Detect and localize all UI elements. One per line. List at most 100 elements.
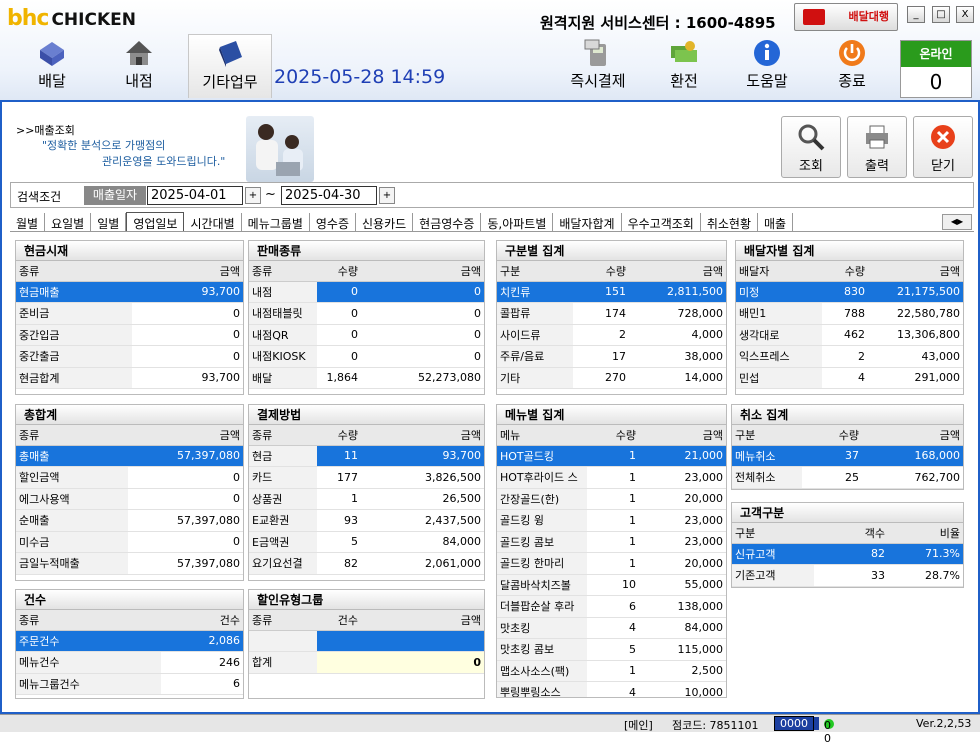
table-row[interactable]: 순매출 57,397,080 xyxy=(16,509,243,532)
table-row[interactable]: 현금매출 93,700 xyxy=(16,281,243,303)
table-row[interactable]: 미정 830 21,175,500 xyxy=(736,281,963,303)
table-row[interactable]: 배달 1,864 52,273,080 xyxy=(249,367,484,389)
tab-hourly[interactable]: 시간대별 xyxy=(184,213,242,231)
table-row[interactable]: 금일누적매출 57,397,080 xyxy=(16,552,243,575)
menu-panel: 메뉴별 집계 메뉴 수량 금액 HOT골드킹 1 21,000 HOT후라이드 스 1 23… xyxy=(496,404,727,698)
tab-weekday[interactable]: 요일별 xyxy=(45,213,92,231)
table-row[interactable]: 현금 11 93,700 xyxy=(249,445,484,467)
instant-pay-button[interactable]: 즉시결제 xyxy=(560,34,636,98)
help-button[interactable]: 도움말 xyxy=(729,34,805,98)
date-from-picker-button[interactable]: + xyxy=(245,187,261,204)
tab-apartment[interactable]: 동,아파트별 xyxy=(481,213,554,231)
table-row[interactable]: 주류/음료 17 38,000 xyxy=(497,345,726,368)
close-button[interactable]: 닫기 xyxy=(913,116,973,178)
window-close-button[interactable]: X xyxy=(956,6,974,23)
table-row[interactable]: 콜팝류 174 728,000 xyxy=(497,302,726,325)
customer-type-table: 구분 객수 비율 신규고객 82 71.3% 기존고객 33 28.7% xyxy=(732,523,963,587)
delivery-agent-button[interactable]: 배달대행 xyxy=(794,3,898,31)
discount-group-panel: 할인유형그룹 종류 건수 금액 합계 0 xyxy=(248,589,485,699)
tab-cancel-status[interactable]: 취소현황 xyxy=(701,213,758,231)
table-row[interactable]: 치킨류 151 2,811,500 xyxy=(497,281,726,303)
tab-receipt[interactable]: 영수증 xyxy=(310,213,356,231)
nav-dine-in-button[interactable]: 내점 xyxy=(101,34,177,98)
table-row[interactable]: 주문건수 2,086 xyxy=(16,630,243,652)
table-row[interactable]: 사이드류 2 4,000 xyxy=(497,324,726,346)
table-row[interactable]: 생각대로 462 13,306,800 xyxy=(736,324,963,346)
print-button[interactable]: 출력 xyxy=(847,116,907,178)
tab-scroll-buttons[interactable]: ◀▶ xyxy=(942,214,972,230)
tab-credit-card[interactable]: 신용카드 xyxy=(356,213,414,231)
table-row[interactable]: 신규고객 82 71.3% xyxy=(732,543,963,565)
online-count: 0 xyxy=(929,70,943,94)
table-row[interactable]: 맵소사소스(팩) 1 2,500 xyxy=(497,660,726,682)
tab-cash-receipt[interactable]: 현금영수증 xyxy=(413,213,482,231)
table-row[interactable]: HOT골드킹 1 21,000 xyxy=(497,445,726,467)
maximize-button[interactable]: □ xyxy=(932,6,950,23)
power-icon xyxy=(839,40,865,66)
table-row[interactable]: 맛초킹 콤보 5 115,000 xyxy=(497,638,726,661)
table-row[interactable]: 내점QR 0 0 xyxy=(249,324,484,346)
search-button[interactable]: 조회 xyxy=(781,116,841,178)
printer-icon xyxy=(866,125,888,149)
table-row[interactable]: 기타 270 14,000 xyxy=(497,367,726,389)
table-row[interactable]: 메뉴취소 37 168,000 xyxy=(732,445,963,467)
nav-other-tasks-button[interactable]: 기타업무 xyxy=(188,34,272,98)
table-row[interactable]: 익스프레스 2 43,000 xyxy=(736,345,963,368)
table-row[interactable]: 전체취소 25 762,700 xyxy=(732,466,963,489)
table-row[interactable]: 총매출 57,397,080 xyxy=(16,445,243,467)
table-row[interactable]: 골드킹 한마리 1 20,000 xyxy=(497,552,726,575)
table-row[interactable]: 내점 0 0 xyxy=(249,281,484,303)
table-row[interactable] xyxy=(249,630,484,652)
date-from-input[interactable]: 2025-04-01 xyxy=(147,186,243,205)
chevron-right-icon[interactable]: ▶ xyxy=(957,217,963,226)
table-row[interactable]: 간장골드(한) 1 20,000 xyxy=(497,488,726,510)
panel-title: 판매종류 xyxy=(249,241,484,261)
tab-vip-customer[interactable]: 우수고객조회 xyxy=(622,213,701,231)
table-row[interactable]: 중간출금 0 xyxy=(16,345,243,368)
table-row[interactable]: 민섭 4 291,000 xyxy=(736,367,963,389)
table-row[interactable]: 메뉴건수 246 xyxy=(16,651,243,674)
table-row[interactable]: 카드 177 3,826,500 xyxy=(249,466,484,489)
date-to-picker-button[interactable]: + xyxy=(379,187,395,204)
table-row[interactable]: 현금합계 93,700 xyxy=(16,367,243,389)
sum-row: 합계 0 xyxy=(249,651,484,674)
table-row[interactable]: 골드킹 콤보 1 23,000 xyxy=(497,531,726,553)
tab-monthly[interactable]: 월별 xyxy=(10,213,46,231)
table-row[interactable]: 맛초킹 4 84,000 xyxy=(497,617,726,639)
table-row[interactable]: E금액권 5 84,000 xyxy=(249,531,484,553)
table-row[interactable]: 미수금 0 xyxy=(16,531,243,553)
table-row[interactable]: 더블팝순살 후라 6 138,000 xyxy=(497,595,726,618)
tab-menu-group[interactable]: 메뉴그룹별 xyxy=(242,213,310,231)
table-row[interactable]: HOT후라이드 스 1 23,000 xyxy=(497,466,726,489)
table-row[interactable]: 준비금 0 xyxy=(16,302,243,325)
panel-title: 할인유형그룹 xyxy=(249,590,484,610)
table-row[interactable]: 내점태블릿 0 0 xyxy=(249,302,484,325)
table-row[interactable]: 에그사용액 0 xyxy=(16,488,243,510)
table-row[interactable]: 골드킹 윙 1 23,000 xyxy=(497,509,726,532)
table-row[interactable]: 메뉴그룹건수 6 xyxy=(16,673,243,695)
date-to-input[interactable]: 2025-04-30 xyxy=(281,186,377,205)
table-row[interactable]: 중간입금 0 xyxy=(16,324,243,346)
table-row[interactable]: 요기요선결 82 2,061,000 xyxy=(249,552,484,575)
table-row[interactable]: 할인금액 0 xyxy=(16,466,243,489)
nav-delivery-button[interactable]: 배달 xyxy=(14,34,90,98)
table-row[interactable]: 뿌링뿌링소스 4 10,000 xyxy=(497,681,726,697)
table-row[interactable]: E교환권 93 2,437,500 xyxy=(249,509,484,532)
minimize-button[interactable]: _ xyxy=(907,6,925,23)
status-bar: [메인] 점코드: 7851101 0000 0 0 Ver.2,2,53 xyxy=(0,714,980,745)
tab-courier-total[interactable]: 배달자합계 xyxy=(553,213,622,231)
tab-daily[interactable]: 일별 xyxy=(91,213,127,231)
table-row[interactable]: 달콤바삭치즈볼 10 55,000 xyxy=(497,574,726,596)
tab-sales[interactable]: 매출 xyxy=(758,213,794,231)
discount-group-table: 종류 건수 금액 합계 0 xyxy=(249,610,484,674)
panel-title: 총합계 xyxy=(16,405,243,425)
table-row[interactable]: 내점KIOSK 0 0 xyxy=(249,345,484,368)
table-row[interactable]: 배민1 788 22,580,780 xyxy=(736,302,963,325)
tab-business-daily[interactable]: 영업일보 xyxy=(126,212,185,231)
money-icon xyxy=(671,41,697,62)
truck-icon xyxy=(803,9,825,25)
exchange-button[interactable]: 환전 xyxy=(646,34,722,98)
exit-button[interactable]: 종료 xyxy=(814,34,890,98)
table-row[interactable]: 상품권 1 26,500 xyxy=(249,488,484,510)
table-row[interactable]: 기존고객 33 28.7% xyxy=(732,564,963,587)
